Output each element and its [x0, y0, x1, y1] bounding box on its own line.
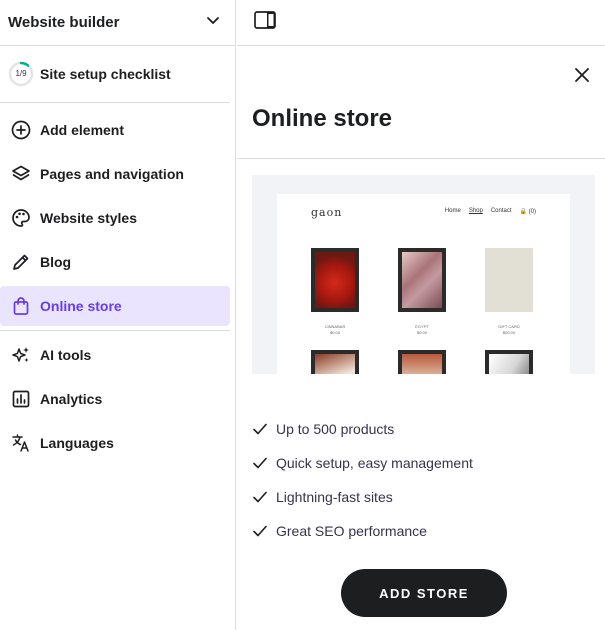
sidebar-item-website-styles[interactable]: Website styles — [0, 198, 230, 238]
preview-product-name: EGYPT — [415, 324, 429, 329]
preview-product-image — [311, 350, 359, 374]
sidebar-item-online-store[interactable]: Online store — [0, 286, 230, 326]
sidebar-item-label: Analytics — [40, 391, 103, 407]
feature-list: Up to 500 products Quick setup, easy man… — [252, 412, 473, 548]
sidebar-item-label: Blog — [40, 254, 72, 270]
sidebar-item-label: Online store — [40, 298, 122, 314]
preview-product-image — [398, 248, 446, 312]
feature-item: Up to 500 products — [252, 412, 473, 446]
feature-text: Great SEO performance — [276, 523, 427, 539]
sidebar-item-label: Add element — [40, 122, 125, 138]
checkmark-icon — [253, 423, 267, 435]
site-setup-checklist[interactable]: 1/9 Site setup checklist — [0, 46, 230, 103]
preview-product-caption: EGYPT $0.00 — [398, 324, 446, 336]
preview-product-image — [311, 248, 359, 312]
feature-text: Quick setup, easy management — [276, 455, 473, 471]
panel-title: Online store — [252, 105, 393, 132]
checklist-progress: 1/9 — [15, 69, 27, 78]
checkmark-icon — [253, 491, 267, 503]
sidebar: Website builder 1/9 Site setup checklist… — [0, 0, 236, 630]
feature-text: Lightning-fast sites — [276, 489, 393, 505]
preview-product-image — [398, 350, 446, 374]
checklist-label: Site setup checklist — [40, 66, 171, 82]
sidebar-item-label: AI tools — [40, 347, 92, 363]
sidebar-item-blog[interactable]: Blog — [0, 242, 230, 282]
preview-menu: Home Shop Contact 🔒 (0) — [445, 208, 536, 215]
panel-toolbar — [237, 0, 605, 46]
pencil-icon — [10, 251, 32, 273]
sparkles-icon — [10, 344, 32, 366]
feature-text: Up to 500 products — [276, 421, 395, 437]
chevron-down-icon — [205, 12, 221, 33]
panel-divider — [237, 158, 605, 159]
sidebar-header[interactable]: Website builder — [0, 0, 235, 46]
palette-icon — [10, 207, 32, 229]
preview-product-image — [485, 248, 533, 312]
checkmark-icon — [253, 525, 267, 537]
sidebar-nav: Add element Pages and navigation Website… — [0, 103, 235, 463]
feature-item: Great SEO performance — [252, 514, 473, 548]
sidebar-item-analytics[interactable]: Analytics — [0, 379, 230, 419]
preview-product-name: CINNABAR — [324, 324, 346, 329]
add-store-button[interactable]: ADD STORE — [341, 569, 507, 617]
plus-circle-icon — [10, 119, 32, 141]
preview-logo: gaon — [311, 206, 343, 219]
sidebar-item-languages[interactable]: Languages — [0, 423, 230, 463]
sidebar-divider — [0, 330, 230, 331]
progress-ring-icon: 1/9 — [8, 61, 34, 87]
preview-product-price: $0.00 — [329, 330, 340, 335]
preview-menu-item: Home — [444, 208, 461, 214]
sidebar-item-pages-and-navigation[interactable]: Pages and navigation — [0, 154, 230, 194]
checkmark-icon — [253, 457, 267, 469]
close-icon[interactable] — [573, 66, 591, 84]
feature-item: Lightning-fast sites — [252, 480, 473, 514]
shopping-bag-icon — [10, 295, 32, 317]
sidebar-toggle-icon[interactable] — [254, 11, 276, 34]
preview-menu-item: Shop — [468, 208, 483, 214]
sidebar-item-label: Pages and navigation — [40, 166, 184, 182]
preview-product-caption: CINNABAR $0.00 — [311, 324, 359, 336]
preview-product-price: $00.00 — [502, 330, 516, 335]
sidebar-item-ai-tools[interactable]: AI tools — [0, 335, 230, 375]
chart-icon — [10, 388, 32, 410]
sidebar-item-add-element[interactable]: Add element — [0, 110, 230, 150]
store-preview-site: gaon Home Shop Contact 🔒 (0) CINNABAR $0.… — [277, 194, 570, 374]
sidebar-item-label: Website styles — [40, 210, 138, 226]
preview-menu-item: Contact — [490, 208, 512, 214]
sidebar-title: Website builder — [8, 14, 120, 31]
feature-item: Quick setup, easy management — [252, 446, 473, 480]
preview-menu-item: 🔒 (0) — [519, 209, 536, 215]
translate-icon — [10, 432, 32, 454]
preview-product-price: $0.00 — [416, 330, 427, 335]
layers-icon — [10, 163, 32, 185]
sidebar-item-label: Languages — [40, 435, 114, 451]
store-preview-image: gaon Home Shop Contact 🔒 (0) CINNABAR $0.… — [252, 175, 595, 374]
online-store-panel: Online store gaon Home Shop Contact 🔒 (0… — [237, 0, 605, 630]
preview-product-caption: GIFT CARD $00.00 — [485, 324, 533, 336]
preview-product-image — [485, 350, 533, 374]
preview-product-name: GIFT CARD — [498, 324, 520, 329]
